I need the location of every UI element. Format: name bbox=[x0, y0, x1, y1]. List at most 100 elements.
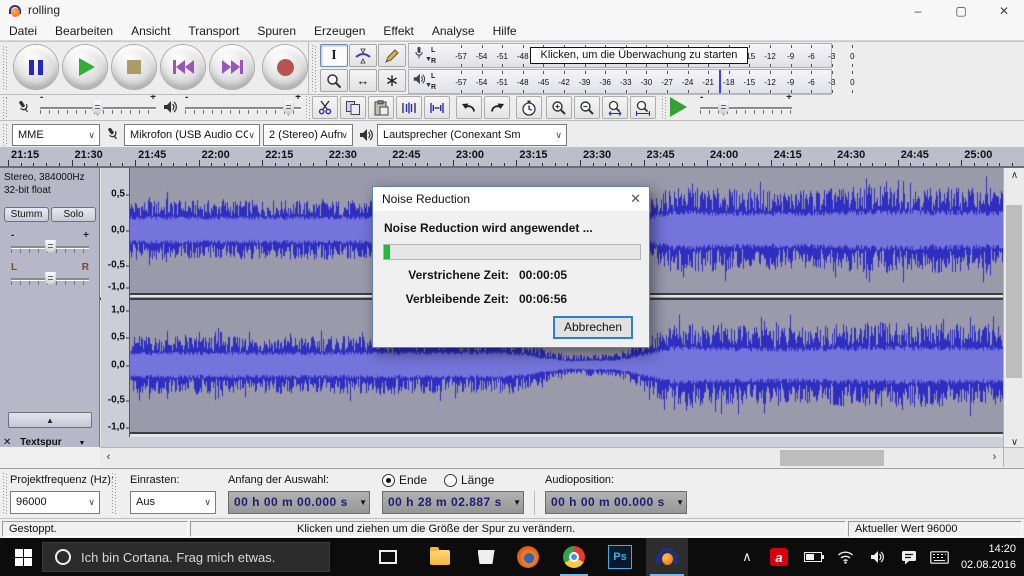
recording-volume-slider[interactable]: -+ bbox=[40, 101, 156, 117]
chrome-button[interactable] bbox=[556, 538, 592, 576]
play-at-speed-button[interactable] bbox=[670, 97, 687, 117]
play-button[interactable] bbox=[63, 45, 107, 89]
vertical-scrollbar[interactable]: ∧ ∨ bbox=[1003, 168, 1024, 467]
timeshift-tool-button[interactable]: ↔ bbox=[349, 69, 377, 92]
pause-button[interactable] bbox=[14, 45, 58, 89]
label-track-menu-icon[interactable]: ▼ bbox=[64, 440, 85, 447]
windows-store-button[interactable] bbox=[468, 538, 504, 576]
mixer-toolbar-grip[interactable] bbox=[3, 97, 7, 119]
track-gain-slider[interactable]: -+ bbox=[11, 240, 89, 254]
edit-toolbar-grip[interactable] bbox=[306, 96, 310, 120]
mute-button[interactable]: Stumm bbox=[4, 207, 49, 222]
cortana-search[interactable]: Ich bin Cortana. Frag mich etwas. bbox=[42, 542, 330, 572]
menu-datei[interactable]: Datei bbox=[0, 22, 46, 41]
multi-tool-button[interactable]: ∗ bbox=[378, 69, 406, 92]
timeline-tick bbox=[529, 163, 530, 166]
scroll-up-arrow[interactable]: ∧ bbox=[1004, 168, 1024, 184]
zoom-out-button[interactable] bbox=[574, 96, 600, 119]
zoom-in-button[interactable] bbox=[546, 96, 572, 119]
solo-button[interactable]: Solo bbox=[51, 207, 96, 222]
battery-tray-icon[interactable] bbox=[798, 538, 828, 576]
copy-button[interactable] bbox=[340, 96, 366, 119]
undo-button[interactable] bbox=[456, 96, 482, 119]
start-button[interactable] bbox=[6, 538, 40, 576]
sync-lock-button[interactable] bbox=[516, 96, 542, 119]
snap-grip[interactable] bbox=[112, 473, 116, 515]
wifi-tray-icon[interactable] bbox=[830, 538, 860, 576]
playback-speed-slider[interactable]: -+ bbox=[700, 101, 792, 117]
scroll-right-arrow[interactable]: › bbox=[986, 448, 1003, 468]
scroll-left-arrow[interactable]: ‹ bbox=[100, 448, 117, 468]
volume-tray-icon[interactable] bbox=[862, 538, 892, 576]
menu-effekt[interactable]: Effekt bbox=[374, 22, 422, 41]
project-rate-select[interactable]: 96000∨ bbox=[10, 491, 100, 514]
label-track-body[interactable] bbox=[101, 437, 1003, 447]
skip-to-end-button[interactable] bbox=[210, 45, 254, 89]
track-collapse-button[interactable]: ▲ bbox=[8, 412, 92, 428]
menu-hilfe[interactable]: Hilfe bbox=[484, 22, 526, 41]
redo-button[interactable] bbox=[484, 96, 510, 119]
audio-host-select[interactable]: MME∨ bbox=[12, 124, 100, 146]
firefox-button[interactable] bbox=[510, 538, 546, 576]
snap-to-select[interactable]: Aus∨ bbox=[130, 491, 216, 514]
fit-selection-button[interactable] bbox=[602, 96, 628, 119]
audio-position-field[interactable]: 00 h 00 m 00.000 s▼ bbox=[545, 491, 687, 514]
menu-transport[interactable]: Transport bbox=[179, 22, 248, 41]
input-device-select[interactable]: Mikrofon (USB Audio CODE∨ bbox=[124, 124, 260, 146]
timeline-ruler[interactable]: 21:1521:3021:4522:0022:1522:3022:4523:00… bbox=[0, 147, 1024, 168]
output-device-select[interactable]: Lautsprecher (Conexant Sm∨ bbox=[377, 124, 567, 146]
cancel-button[interactable]: Abbrechen bbox=[553, 316, 633, 339]
dialog-title-bar[interactable]: Noise Reduction ✕ bbox=[373, 187, 649, 211]
skip-to-start-button[interactable] bbox=[161, 45, 205, 89]
selection-start-field[interactable]: 00 h 00 m 00.000 s▼ bbox=[228, 491, 370, 514]
task-view-button[interactable] bbox=[370, 538, 406, 576]
selection-length-radio[interactable]: Länge bbox=[444, 473, 494, 487]
device-toolbar-grip[interactable] bbox=[3, 124, 7, 146]
selection-tool-button[interactable]: I bbox=[320, 44, 348, 67]
maximize-button[interactable]: ▢ bbox=[946, 0, 976, 22]
trim-audio-button[interactable] bbox=[396, 96, 422, 119]
tools-toolbar-grip[interactable] bbox=[312, 45, 316, 93]
label-track-panel[interactable]: ✕ Textspur ▼ bbox=[0, 437, 100, 447]
silence-audio-button[interactable] bbox=[424, 96, 450, 119]
zoom-tool-button[interactable] bbox=[320, 69, 348, 92]
menu-spuren[interactable]: Spuren bbox=[248, 22, 305, 41]
input-channels-select[interactable]: 2 (Stereo) Aufna∨ bbox=[263, 124, 353, 146]
menu-bearbeiten[interactable]: Bearbeiten bbox=[46, 22, 122, 41]
photoshop-button[interactable]: Ps bbox=[602, 538, 638, 576]
menu-erzeugen[interactable]: Erzeugen bbox=[305, 22, 374, 41]
dialog-close-icon[interactable]: ✕ bbox=[630, 191, 641, 207]
horizontal-scroll-thumb[interactable] bbox=[780, 450, 884, 466]
selection-end-field[interactable]: 00 h 28 m 02.887 s▼ bbox=[382, 491, 524, 514]
vertical-ruler[interactable]: 0,50,0-0,5-1,01,00,50,0-0,5-1,0 bbox=[101, 168, 130, 437]
close-button[interactable]: ✕ bbox=[989, 0, 1019, 22]
playback-meter[interactable]: ▼ LR -57-54-51-48-45-42-39-36-33-30-27-2… bbox=[408, 69, 832, 94]
selection-end-radio[interactable]: Ende bbox=[382, 473, 427, 487]
label-track-close-icon[interactable]: ✕ bbox=[0, 437, 11, 447]
tray-expand-button[interactable]: ∧ bbox=[732, 538, 762, 576]
stop-button[interactable] bbox=[112, 45, 156, 89]
avira-tray-icon[interactable]: a bbox=[764, 538, 794, 576]
playback-volume-slider[interactable]: -+ bbox=[185, 101, 301, 117]
draw-tool-button[interactable] bbox=[378, 44, 406, 67]
record-button[interactable] bbox=[263, 45, 307, 89]
notification-tray-icon[interactable] bbox=[894, 538, 924, 576]
cut-button[interactable] bbox=[312, 96, 338, 119]
audacity-taskbar-button[interactable] bbox=[646, 538, 688, 576]
vertical-scroll-thumb[interactable] bbox=[1006, 205, 1022, 378]
transcription-toolbar-grip[interactable] bbox=[662, 96, 666, 120]
file-explorer-button[interactable] bbox=[422, 538, 458, 576]
fit-project-button[interactable] bbox=[630, 96, 656, 119]
horizontal-scrollbar[interactable]: ‹ › bbox=[100, 447, 1003, 467]
selection-toolbar-grip[interactable] bbox=[3, 473, 7, 515]
menu-ansicht[interactable]: Ansicht bbox=[122, 22, 179, 41]
minimize-button[interactable]: – bbox=[903, 0, 933, 22]
track-control-panel[interactable]: Stereo, 384000Hz 32-bit float Stumm Solo… bbox=[0, 168, 100, 437]
keyboard-tray-icon[interactable] bbox=[924, 538, 954, 576]
track-pan-slider[interactable]: LR bbox=[11, 272, 89, 286]
menu-analyse[interactable]: Analyse bbox=[423, 22, 484, 41]
paste-button[interactable] bbox=[368, 96, 394, 119]
taskbar-clock[interactable]: 14:20 02.08.2016 bbox=[961, 541, 1016, 573]
transport-toolbar-grip[interactable] bbox=[3, 46, 7, 90]
envelope-tool-button[interactable] bbox=[349, 44, 377, 67]
